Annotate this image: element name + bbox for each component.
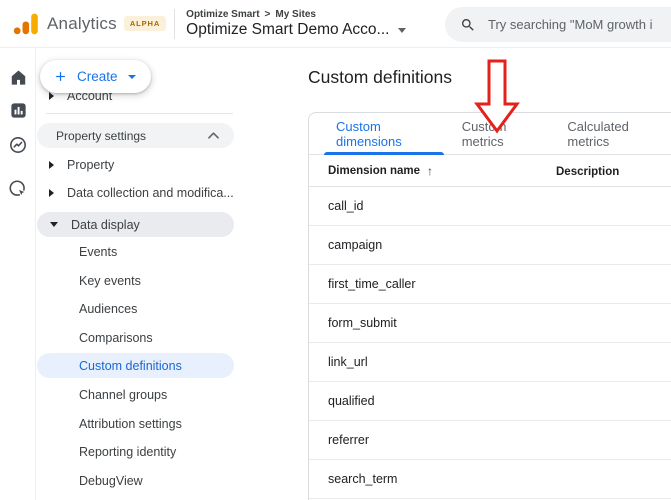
app-header: Analytics ALPHA Optimize Smart > My Site… bbox=[0, 0, 671, 48]
nav-item-attribution-settings[interactable]: Attribution settings bbox=[36, 415, 256, 433]
dimension-name-cell: link_url bbox=[328, 355, 368, 369]
create-button[interactable]: Create bbox=[40, 60, 151, 93]
nav-item-data-collection[interactable]: Data collection and modifica... bbox=[36, 184, 246, 202]
active-tab-underline bbox=[324, 152, 444, 155]
nav-item-channel-groups[interactable]: Channel groups bbox=[36, 386, 256, 404]
account-context: Optimize Smart > My Sites Optimize Smart… bbox=[186, 9, 407, 39]
chevron-down-icon bbox=[398, 28, 407, 33]
breadcrumb: Optimize Smart > My Sites bbox=[186, 9, 406, 20]
nav-item-reporting-identity[interactable]: Reporting identity bbox=[36, 443, 256, 461]
table-row[interactable]: qualified bbox=[309, 382, 671, 421]
table-row[interactable]: first_time_caller bbox=[309, 265, 671, 304]
table-row[interactable]: form_submit bbox=[309, 304, 671, 343]
collapsed-arrow-icon bbox=[49, 92, 54, 100]
search-bar[interactable] bbox=[445, 7, 671, 42]
nav-item-events[interactable]: Events bbox=[36, 243, 256, 261]
home-icon[interactable] bbox=[7, 66, 29, 88]
ga4-admin-screen: Analytics ALPHA Optimize Smart > My Site… bbox=[0, 0, 671, 500]
main-content: Custom definitions Custom dimensions Cus… bbox=[285, 48, 671, 500]
column-header-dimension-name[interactable]: Dimension name ↑ bbox=[309, 164, 556, 178]
table-row[interactable]: search_term bbox=[309, 460, 671, 499]
nav-item-property[interactable]: Property bbox=[36, 156, 246, 174]
tab-label: Custom metrics bbox=[461, 118, 507, 149]
nav-item-debugview[interactable]: DebugView bbox=[36, 472, 256, 490]
search-input[interactable] bbox=[488, 17, 671, 32]
header-divider bbox=[174, 8, 176, 39]
dimension-name-cell: form_submit bbox=[328, 316, 397, 330]
nav-item-label: Attribution settings bbox=[79, 417, 182, 431]
custom-definitions-card: Custom dimensions Custom metrics Calcula… bbox=[308, 112, 671, 500]
nav-item-label: Reporting identity bbox=[79, 445, 177, 459]
left-icon-rail bbox=[0, 48, 36, 500]
tab-label: Calculated metrics bbox=[567, 118, 629, 149]
nav-item-label: Comparisons bbox=[79, 331, 153, 345]
table-row[interactable]: referrer bbox=[309, 421, 671, 460]
sort-ascending-icon: ↑ bbox=[427, 163, 434, 178]
breadcrumb-separator: > bbox=[264, 8, 271, 20]
section-property-settings[interactable]: Property settings bbox=[37, 123, 234, 148]
product-name: Analytics bbox=[47, 13, 117, 33]
analytics-logo-icon bbox=[13, 13, 38, 34]
table-header: Dimension name ↑ Description bbox=[309, 155, 671, 187]
nav-item-key-events[interactable]: Key events bbox=[36, 272, 256, 290]
tab-bar: Custom dimensions Custom metrics Calcula… bbox=[309, 113, 671, 155]
search-icon bbox=[461, 18, 474, 31]
table-row[interactable]: campaign bbox=[309, 226, 671, 265]
reports-icon[interactable] bbox=[7, 99, 29, 121]
nav-item-label: Data collection and modifica... bbox=[67, 186, 234, 200]
nav-item-label: Data display bbox=[71, 217, 140, 232]
settings-nav: Account Create Property settings Propert… bbox=[36, 48, 285, 500]
nav-item-audiences[interactable]: Audiences bbox=[36, 300, 256, 318]
dimension-name-cell: call_id bbox=[328, 199, 364, 213]
breadcrumb-section[interactable]: My Sites bbox=[275, 9, 316, 20]
nav-item-label: Property bbox=[67, 158, 115, 172]
tab-custom-dimensions[interactable]: Custom dimensions bbox=[321, 113, 447, 155]
dimension-name-cell: first_time_caller bbox=[328, 277, 416, 291]
property-selector-label: Optimize Smart Demo Acco... bbox=[186, 20, 390, 38]
nav-divider bbox=[46, 113, 233, 114]
collapsed-arrow-icon bbox=[49, 161, 54, 169]
nav-item-label: Channel groups bbox=[79, 388, 168, 402]
explore-icon[interactable] bbox=[7, 134, 29, 156]
nav-item-label: Key events bbox=[79, 274, 141, 288]
page-title: Custom definitions bbox=[308, 67, 452, 87]
table-row[interactable]: call_id bbox=[309, 187, 671, 226]
dimension-name-cell: qualified bbox=[328, 394, 375, 408]
collapsed-arrow-icon bbox=[49, 189, 54, 197]
nav-item-comparisons[interactable]: Comparisons bbox=[36, 329, 256, 347]
nav-item-label: DebugView bbox=[79, 474, 143, 488]
chevron-down-icon bbox=[127, 75, 136, 79]
plus-icon bbox=[56, 72, 65, 81]
section-label: Property settings bbox=[56, 128, 147, 143]
nav-item-label: Custom definitions bbox=[79, 358, 182, 373]
dimension-name-cell: campaign bbox=[328, 238, 383, 252]
dimension-name-cell: referrer bbox=[328, 433, 369, 447]
analytics-logo[interactable]: Analytics ALPHA bbox=[0, 13, 167, 35]
chevron-up-icon bbox=[208, 132, 219, 139]
create-button-label: Create bbox=[77, 69, 118, 84]
tab-label: Custom dimensions bbox=[336, 118, 402, 149]
dimension-name-cell: search_term bbox=[328, 472, 398, 486]
nav-item-data-display[interactable]: Data display bbox=[37, 212, 234, 237]
nav-item-custom-definitions-active[interactable]: Custom definitions bbox=[37, 353, 234, 378]
expanded-arrow-icon bbox=[50, 222, 58, 227]
column-header-description[interactable]: Description bbox=[556, 162, 671, 180]
table-row[interactable]: link_url bbox=[309, 343, 671, 382]
property-selector[interactable]: Optimize Smart Demo Acco... bbox=[186, 20, 407, 39]
breadcrumb-account[interactable]: Optimize Smart bbox=[186, 9, 259, 20]
nav-item-label: Audiences bbox=[79, 302, 138, 316]
advertising-icon[interactable] bbox=[7, 178, 29, 200]
alpha-badge: ALPHA bbox=[123, 16, 167, 31]
nav-item-label: Events bbox=[79, 245, 118, 259]
tab-calculated-metrics[interactable]: Calculated metrics bbox=[552, 113, 671, 154]
tab-custom-metrics[interactable]: Custom metrics bbox=[447, 113, 553, 154]
